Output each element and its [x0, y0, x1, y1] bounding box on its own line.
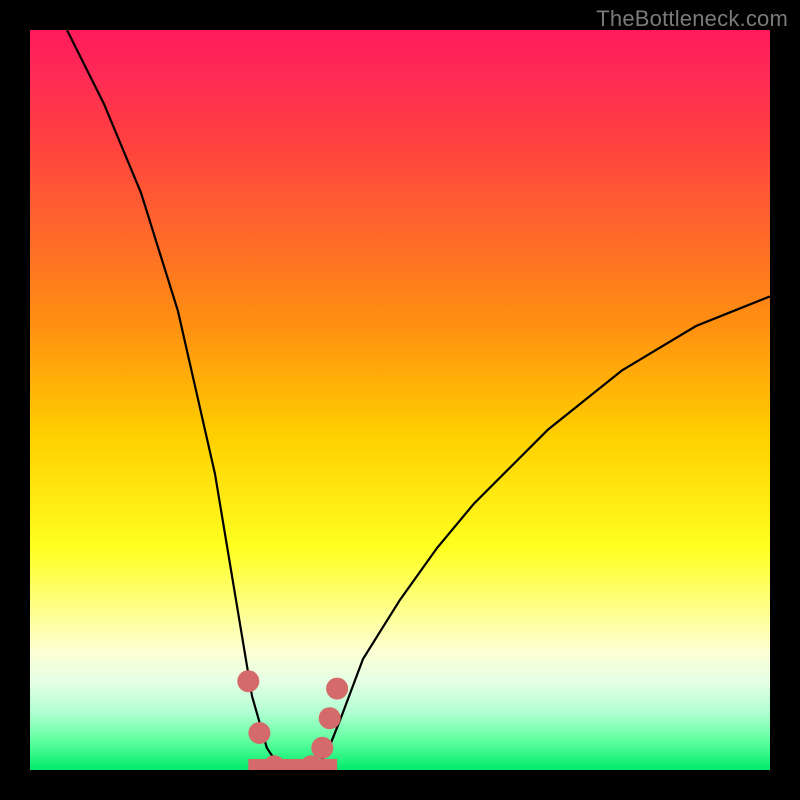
optimum-marker — [311, 737, 333, 759]
watermark-text: TheBottleneck.com — [596, 6, 788, 32]
optimum-marker — [237, 670, 259, 692]
plot-area — [30, 30, 770, 770]
optimum-marker — [319, 707, 341, 729]
optimum-markers — [237, 670, 348, 770]
bottleneck-curve — [67, 30, 770, 770]
optimum-marker — [248, 722, 270, 744]
optimum-marker — [326, 678, 348, 700]
chart-svg — [30, 30, 770, 770]
